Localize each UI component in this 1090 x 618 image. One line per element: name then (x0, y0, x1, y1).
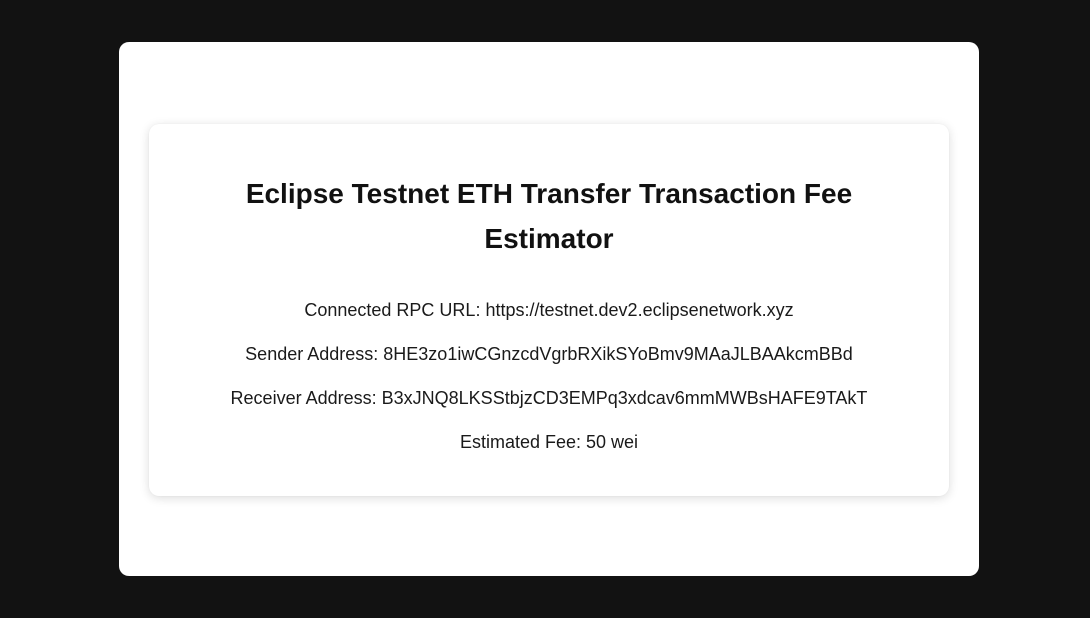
estimated-fee-value: 50 wei (586, 432, 639, 452)
rpc-url-label: Connected RPC URL: (304, 300, 481, 320)
estimated-fee-line: Estimated Fee: 50 wei (149, 430, 949, 454)
sender-address-line: Sender Address: 8HE3zo1iwCGnzcdVgrbRXikS… (149, 342, 949, 366)
receiver-address-value: B3xJNQ8LKSStbjzCD3EMPq3xdcav6mmMWBsHAFE9… (381, 388, 868, 408)
sender-address-value: 8HE3zo1iwCGnzcdVgrbRXikSYoBmv9MAaJLBAAkc… (383, 344, 853, 364)
estimated-fee-label: Estimated Fee: (459, 432, 581, 452)
fee-estimator-card: Eclipse Testnet ETH Transfer Transaction… (149, 124, 949, 496)
rpc-url-value: https://testnet.dev2.eclipsenetwork.xyz (485, 300, 794, 320)
rpc-url-line: Connected RPC URL: https://testnet.dev2.… (149, 298, 949, 322)
page-title: Eclipse Testnet ETH Transfer Transaction… (245, 178, 853, 254)
app-container: Eclipse Testnet ETH Transfer Transaction… (119, 42, 979, 576)
receiver-address-line: Receiver Address: B3xJNQ8LKSStbjzCD3EMPq… (149, 386, 949, 410)
receiver-address-label: Receiver Address: (230, 388, 377, 408)
sender-address-label: Sender Address: (245, 344, 379, 364)
